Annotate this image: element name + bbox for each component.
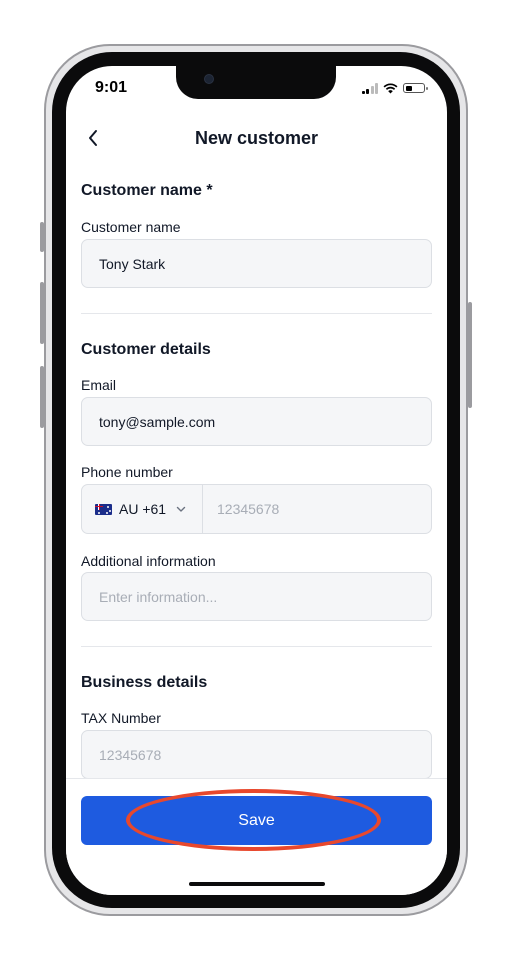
customer-name-label: Customer name	[81, 219, 181, 235]
email-label: Email	[81, 377, 117, 393]
signal-icon	[361, 82, 378, 94]
country-code-value: AU +61	[119, 501, 167, 517]
wifi-icon	[383, 82, 398, 93]
home-indicator	[189, 882, 325, 886]
phone-number-label: Phone number	[81, 464, 173, 480]
status-icons	[361, 81, 428, 95]
country-code-select[interactable]: AU +61	[82, 485, 203, 533]
phone-number-input[interactable]: 12345678	[203, 485, 431, 533]
screen: 9:01 New customer Customer name * Custom…	[66, 66, 447, 895]
customer-name-section-title: Customer name *	[81, 182, 213, 199]
camera-icon	[204, 74, 214, 84]
power-button	[468, 302, 472, 408]
customer-name-input[interactable]: Tony Stark	[81, 239, 432, 288]
tax-number-input[interactable]: 12345678	[81, 730, 432, 779]
notch	[176, 66, 336, 99]
tax-number-placeholder: 12345678	[99, 746, 162, 763]
additional-information-placeholder: Enter information...	[99, 588, 218, 605]
save-button[interactable]: Save	[81, 796, 432, 845]
volume-up-button	[40, 282, 44, 344]
australia-flag-icon	[95, 503, 112, 515]
additional-information-input[interactable]: Enter information...	[81, 572, 432, 621]
volume-down-button	[40, 366, 44, 428]
business-details-section-title: Business details	[81, 674, 208, 691]
additional-information-label: Additional information	[81, 553, 216, 569]
phone-number-placeholder: 12345678	[217, 501, 280, 517]
status-time: 9:01	[95, 79, 128, 96]
page-title: New customer	[194, 128, 319, 148]
chevron-down-icon	[176, 506, 186, 512]
divider	[81, 646, 432, 647]
phone-number-field: AU +61 12345678	[81, 484, 432, 534]
divider	[81, 313, 432, 314]
nav-bar: New customer	[66, 122, 447, 154]
customer-details-section-title: Customer details	[81, 341, 211, 358]
tax-number-label: TAX Number	[81, 710, 161, 726]
silent-switch	[40, 222, 44, 252]
email-input[interactable]: tony@sample.com	[81, 397, 432, 446]
email-value: tony@sample.com	[99, 413, 216, 430]
battery-icon	[403, 83, 428, 93]
footer-bar: Save	[66, 778, 447, 895]
customer-name-value: Tony Stark	[99, 255, 166, 272]
